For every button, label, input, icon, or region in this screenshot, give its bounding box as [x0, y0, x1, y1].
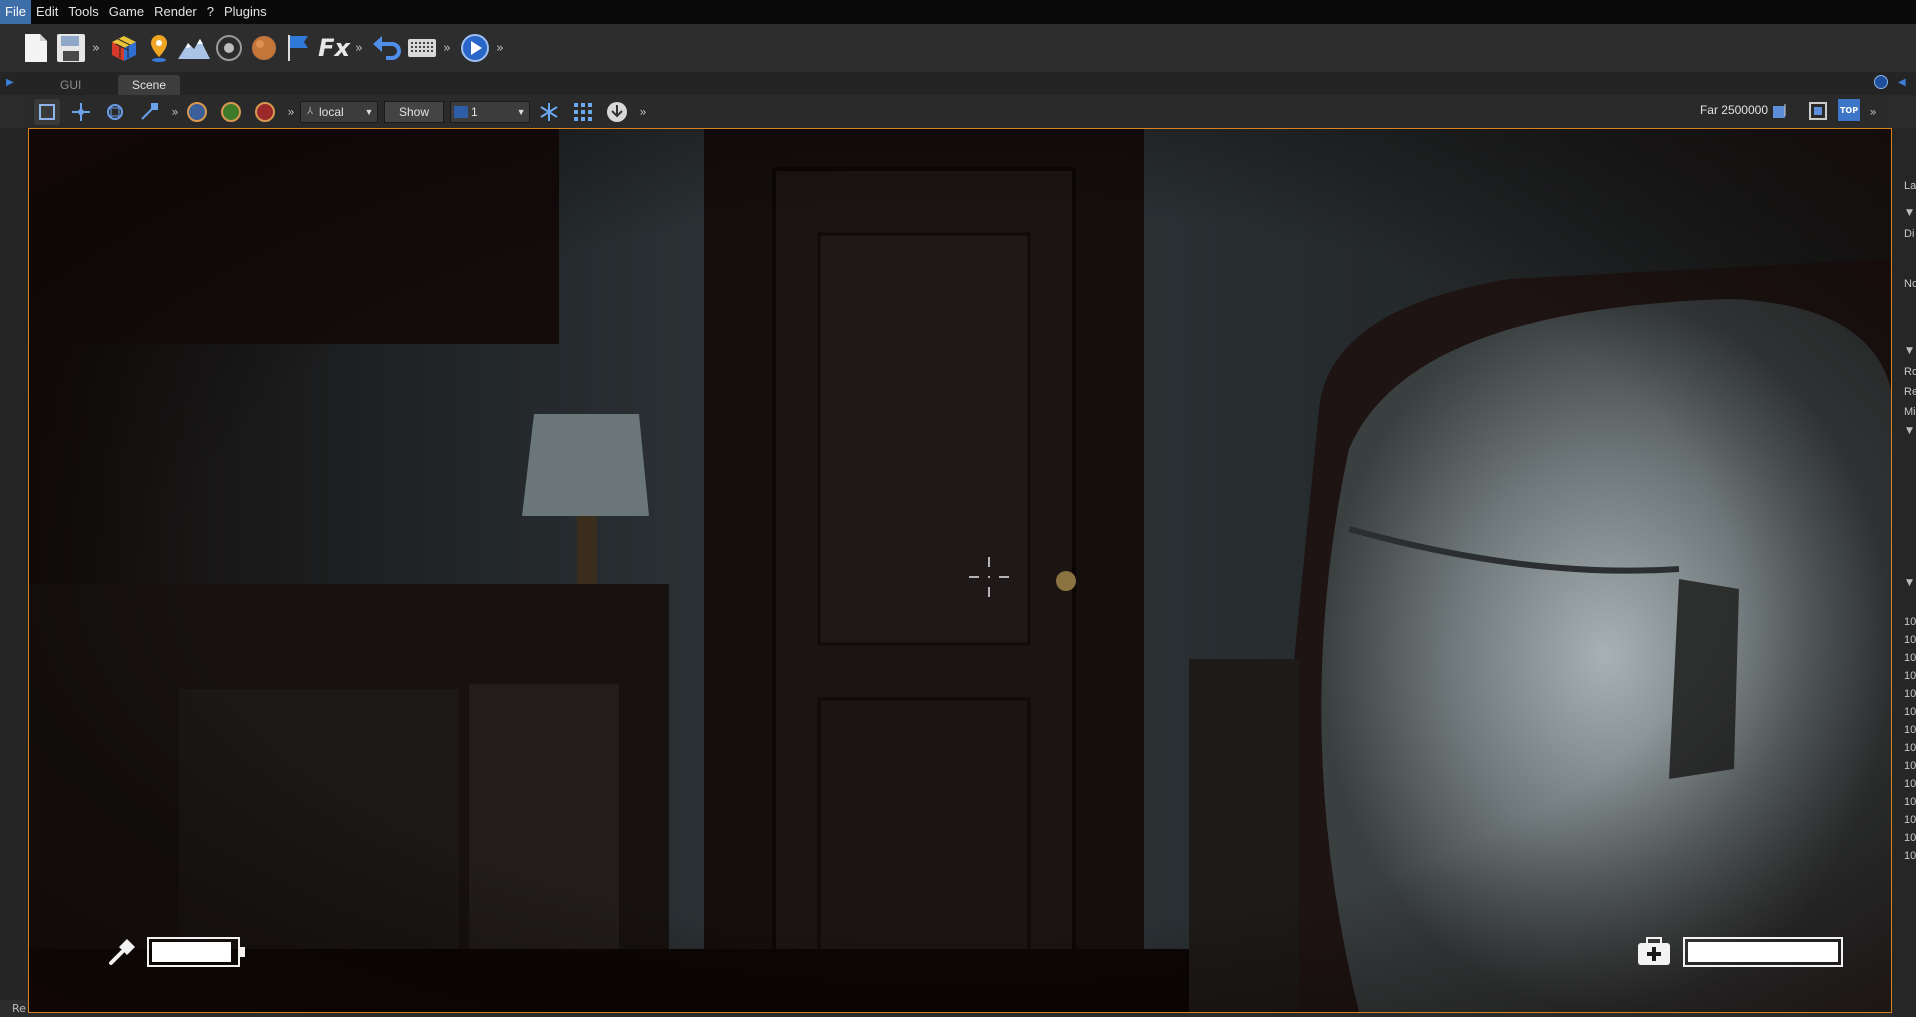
flashlight-icon: [109, 939, 135, 965]
camera-view-icon[interactable]: [1768, 99, 1792, 123]
list-item: 10: [1904, 688, 1916, 700]
battery-tip: [240, 947, 245, 957]
count-dropdown-value: 1: [471, 104, 478, 119]
tab-row: ▶ GUI Scene ◀: [0, 72, 1916, 95]
keyboard-icon[interactable]: [406, 32, 438, 64]
menu-edit[interactable]: Edit: [31, 0, 63, 24]
panel-label: No: [1904, 278, 1916, 290]
battery-fill: [152, 942, 231, 962]
layer-icon: [454, 105, 469, 118]
list-item: 10: [1904, 724, 1916, 736]
list-item: 10: [1904, 706, 1916, 718]
far-clip-label[interactable]: Far 2500000: [1700, 103, 1768, 117]
collapse-triangle-icon[interactable]: ▼: [1906, 208, 1913, 218]
toolbar-overflow-2[interactable]: »: [353, 41, 365, 56]
map-pin-icon[interactable]: [143, 32, 175, 64]
fx-label: Fx: [318, 34, 350, 62]
battery-body: [147, 937, 240, 967]
collapse-triangle-icon[interactable]: ▼: [1906, 426, 1913, 436]
scene-toolbar-overflow-2[interactable]: »: [286, 105, 296, 119]
show-button[interactable]: Show: [384, 100, 445, 123]
toolbar-overflow-3[interactable]: »: [441, 41, 453, 56]
new-file-icon[interactable]: [20, 32, 52, 64]
list-item: 10: [1904, 796, 1916, 808]
list-item: 10: [1904, 850, 1916, 862]
list-item: 10: [1904, 760, 1916, 772]
list-item: 10: [1904, 616, 1916, 628]
scene-toolbar-overflow-1[interactable]: »: [170, 105, 180, 119]
scale-tool-icon[interactable]: [136, 99, 162, 125]
expand-left-arrow-icon[interactable]: ▶: [6, 77, 14, 88]
scene-viewport[interactable]: [28, 128, 1892, 1013]
gizmo-blue-icon[interactable]: [184, 99, 210, 125]
fx-icon[interactable]: Fx: [318, 32, 350, 64]
chevron-down-icon: ▼: [364, 106, 374, 117]
medkit-icon: [1638, 937, 1670, 965]
tab-gui[interactable]: GUI: [46, 75, 95, 95]
left-gutter: [0, 128, 28, 1017]
list-item: 10: [1904, 742, 1916, 754]
list-item: 10: [1904, 778, 1916, 790]
battery-meter: [147, 937, 247, 967]
gizmo-red-icon[interactable]: [252, 99, 278, 125]
right-properties-panel: La ▼ Di No ▼ Ro Re Mi ▼ ▼ 10 10 10 10 10…: [1892, 128, 1916, 1017]
menu-file[interactable]: File: [0, 0, 31, 24]
scene-toolbar: » » ⅄ local ▼ Show 1 ▼ » Far 2500000 TOP…: [28, 95, 1888, 128]
list-item: 10: [1904, 832, 1916, 844]
panel-label: Di: [1904, 228, 1915, 240]
sphere-texture-icon[interactable]: [248, 32, 280, 64]
main-toolbar: » Fx » » »: [0, 24, 1916, 72]
toolbar-overflow-1[interactable]: »: [90, 41, 102, 56]
maximize-view-icon[interactable]: [1806, 99, 1830, 123]
toolbar-overflow-4[interactable]: »: [494, 41, 506, 56]
panel-label: Ro: [1904, 366, 1916, 378]
scene-toolbar-overflow-4[interactable]: »: [1868, 105, 1878, 119]
grid-icon[interactable]: [570, 99, 596, 125]
select-tool-icon[interactable]: [34, 98, 60, 125]
scene-toolbar-overflow-3[interactable]: »: [638, 105, 648, 119]
snowflake-icon[interactable]: [536, 99, 562, 125]
rubiks-cube-icon[interactable]: [108, 32, 140, 64]
collapse-triangle-icon[interactable]: ▼: [1906, 578, 1913, 588]
list-item: 10: [1904, 814, 1916, 826]
chevron-down-icon: ▼: [516, 106, 526, 117]
space-dropdown[interactable]: ⅄ local ▼: [300, 100, 378, 123]
panel-label: Mi: [1904, 406, 1916, 418]
undo-icon[interactable]: [371, 32, 403, 64]
menu-plugins[interactable]: Plugins: [219, 0, 272, 24]
menu-help[interactable]: ?: [202, 0, 219, 24]
collapse-right-arrow-icon[interactable]: ◀: [1898, 77, 1906, 88]
gizmo-green-icon[interactable]: [218, 99, 244, 125]
status-bar: Re: [0, 1000, 28, 1017]
top-view-badge[interactable]: TOP: [1838, 99, 1860, 121]
rotate-tool-icon[interactable]: [102, 99, 128, 125]
flag-icon[interactable]: [283, 32, 315, 64]
collapse-triangle-icon[interactable]: ▼: [1906, 346, 1913, 356]
crosshair-icon: [969, 557, 1009, 597]
move-tool-icon[interactable]: [68, 99, 94, 125]
health-bar: [1683, 937, 1843, 967]
tire-icon[interactable]: [213, 32, 245, 64]
menu-game[interactable]: Game: [104, 0, 149, 24]
space-dropdown-value: local: [319, 104, 344, 119]
list-item: 10: [1904, 634, 1916, 646]
play-icon[interactable]: [459, 32, 491, 64]
menu-tools[interactable]: Tools: [63, 0, 103, 24]
link-icon[interactable]: [1874, 75, 1888, 89]
menu-render[interactable]: Render: [149, 0, 202, 24]
tab-scene[interactable]: Scene: [118, 75, 181, 95]
health-fill: [1688, 942, 1838, 962]
save-icon[interactable]: [55, 32, 87, 64]
list-item: 10: [1904, 670, 1916, 682]
menu-bar: File Edit Tools Game Render ? Plugins: [0, 0, 1916, 24]
panel-label: Re: [1904, 386, 1916, 398]
list-item: 10: [1904, 652, 1916, 664]
download-icon[interactable]: [604, 99, 630, 125]
axis-icon: ⅄: [306, 106, 314, 117]
panel-label: La: [1904, 180, 1916, 192]
terrain-icon[interactable]: [178, 32, 210, 64]
count-dropdown[interactable]: 1 ▼: [450, 100, 531, 123]
